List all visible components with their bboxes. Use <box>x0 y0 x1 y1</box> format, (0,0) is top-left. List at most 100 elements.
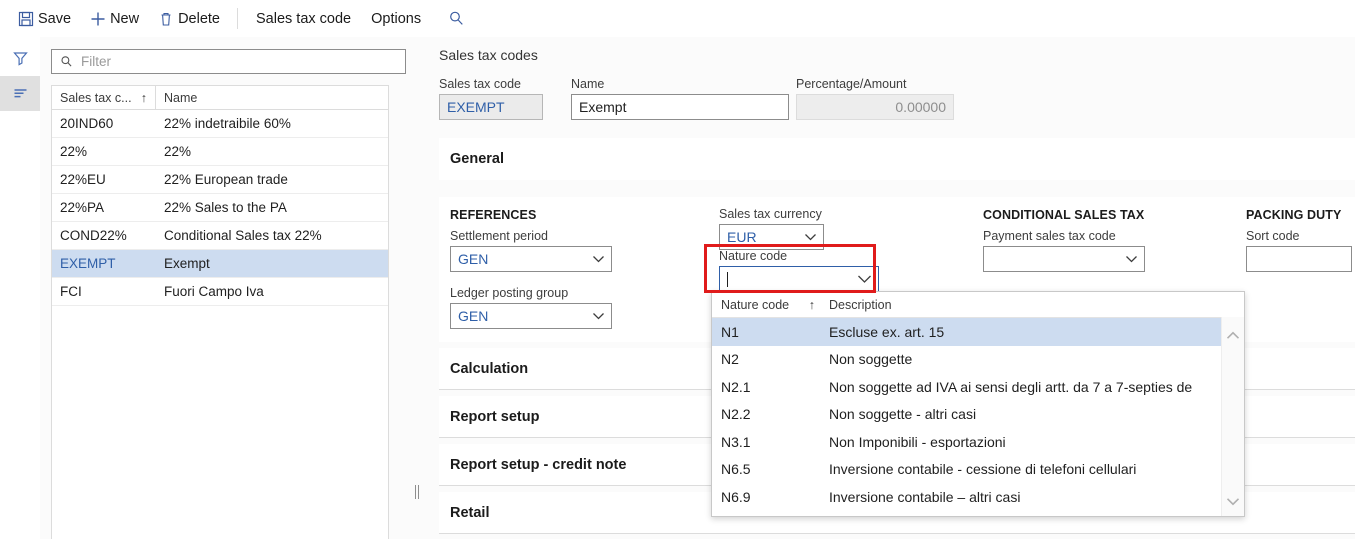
chevron-down-icon[interactable] <box>592 312 605 320</box>
filter-box[interactable] <box>51 49 406 74</box>
table-row[interactable]: 22%PA22% Sales to the PA <box>52 194 388 222</box>
group-title-conditional-sales-tax: CONDITIONAL SALES TAX <box>983 208 1144 222</box>
section-header-general[interactable]: General <box>439 138 1355 180</box>
percentage-amount-input: 0.00000 <box>796 94 954 120</box>
delete-label: Delete <box>178 11 220 27</box>
table-row[interactable]: FCIFuori Campo Iva <box>52 278 388 306</box>
dropdown-column-header-description[interactable]: Description <box>825 298 1244 312</box>
scroll-up-chevron-icon[interactable] <box>1222 331 1244 340</box>
cell-description: Escluse ex. art. 15 <box>825 324 1244 340</box>
cell-nature-code: N6.5 <box>712 461 825 477</box>
sort-code-field-group: Sort code <box>1246 229 1352 272</box>
cell-description: Non soggette <box>825 351 1244 367</box>
ledger-posting-group-field-group: Ledger posting group GEN <box>450 286 612 329</box>
chevron-down-icon[interactable] <box>857 275 872 284</box>
dropdown-scrollbar[interactable] <box>1221 317 1244 516</box>
sort-code-label: Sort code <box>1246 229 1352 243</box>
section-title: Report setup <box>450 409 539 425</box>
cell-description: Non soggette - altri casi <box>825 406 1244 422</box>
cell-name: Fuori Campo Iva <box>156 284 388 299</box>
group-title-references: REFERENCES <box>450 208 536 222</box>
sales-tax-currency-value: EUR <box>727 229 757 245</box>
chevron-down-icon[interactable] <box>804 233 817 241</box>
list-item[interactable]: N2.2Non soggette - altri casi <box>712 401 1244 429</box>
toolbar-divider <box>237 8 238 29</box>
ledger-posting-group-combobox[interactable]: GEN <box>450 303 612 329</box>
table-row[interactable]: COND22%Conditional Sales tax 22% <box>52 222 388 250</box>
list-item[interactable]: N2Non soggette <box>712 346 1244 374</box>
cell-sales-tax-code: EXEMPT <box>52 256 156 271</box>
list-item[interactable]: N2.1Non soggette ad IVA ai sensi degli a… <box>712 373 1244 401</box>
settlement-period-field-group: Settlement period GEN <box>450 229 612 272</box>
settlement-period-value: GEN <box>458 251 488 267</box>
ledger-posting-group-label: Ledger posting group <box>450 286 612 300</box>
list-item[interactable]: N6.5Inversione contabile - cessione di t… <box>712 456 1244 484</box>
cell-sales-tax-code: COND22% <box>52 228 156 243</box>
dropdown-column-header-nature-code-label: Nature code <box>721 298 789 312</box>
table-row[interactable]: EXEMPTExempt <box>52 250 388 278</box>
sales-tax-code-grid: Sales tax c... ↑ Name 20IND6022% indetra… <box>51 85 389 539</box>
filter-pane-button[interactable] <box>0 41 40 76</box>
nature-code-combobox[interactable] <box>719 266 879 292</box>
new-button[interactable]: New <box>80 4 148 34</box>
cell-sales-tax-code: 22%EU <box>52 172 156 187</box>
column-header-name[interactable]: Name <box>156 86 388 109</box>
name-field-group: Name Exempt <box>571 77 789 120</box>
header-fields: Sales tax code EXEMPT Name Exempt Percen… <box>439 77 1339 122</box>
cell-description: Inversione contabile - cessione di telef… <box>825 461 1244 477</box>
menu-options[interactable]: Options <box>361 4 431 34</box>
pane-splitter[interactable] <box>412 37 420 539</box>
list-pane-button[interactable] <box>0 76 40 111</box>
payment-sales-tax-code-combobox[interactable] <box>983 246 1145 272</box>
settlement-period-combobox[interactable]: GEN <box>450 246 612 272</box>
sort-code-input[interactable] <box>1246 246 1352 272</box>
search-icon[interactable] <box>441 4 471 34</box>
filter-input[interactable] <box>79 53 397 70</box>
nature-code-field-group: Nature code <box>719 249 879 292</box>
sales-tax-code-label: Sales tax code <box>439 77 543 91</box>
trash-icon <box>157 10 174 27</box>
table-row[interactable]: 22%22% <box>52 138 388 166</box>
sales-tax-currency-combobox[interactable]: EUR <box>719 224 824 250</box>
section-title: Retail <box>450 505 490 521</box>
dropdown-column-header-nature-code[interactable]: Nature code ↑ <box>712 298 825 312</box>
text-cursor <box>727 272 728 287</box>
sales-tax-code-input[interactable]: EXEMPT <box>439 94 543 120</box>
list-item[interactable]: N1Escluse ex. art. 15 <box>712 318 1244 346</box>
left-rail <box>0 37 41 539</box>
name-input[interactable]: Exempt <box>571 94 789 120</box>
percentage-amount-label: Percentage/Amount <box>796 77 954 91</box>
grid-header-row: Sales tax c... ↑ Name <box>52 86 388 110</box>
cell-nature-code: N1 <box>712 324 825 340</box>
cell-name: 22% indetraibile 60% <box>156 116 388 131</box>
dropdown-header-row: Nature code ↑ Description <box>712 292 1244 318</box>
name-label: Name <box>571 77 789 91</box>
cell-name: Conditional Sales tax 22% <box>156 228 388 243</box>
column-header-sales-tax-code[interactable]: Sales tax c... ↑ <box>52 86 156 109</box>
scroll-down-chevron-icon[interactable] <box>1222 497 1244 506</box>
cell-nature-code: N6.9 <box>712 489 825 505</box>
sort-ascending-icon: ↑ <box>141 91 147 105</box>
list-lines-icon <box>12 85 29 102</box>
table-row[interactable]: 22%EU22% European trade <box>52 166 388 194</box>
grid-empty-area <box>52 306 388 539</box>
save-icon <box>17 10 34 27</box>
group-title-packing-duty: PACKING DUTY <box>1246 208 1341 222</box>
chevron-down-icon[interactable] <box>1125 255 1138 263</box>
nature-code-label: Nature code <box>719 249 879 263</box>
menu-sales-tax-code[interactable]: Sales tax code <box>246 4 361 34</box>
table-row[interactable]: 20IND6022% indetraibile 60% <box>52 110 388 138</box>
save-button[interactable]: Save <box>8 4 80 34</box>
list-item[interactable]: N6.9Inversione contabile – altri casi <box>712 483 1244 511</box>
cell-description: Inversione contabile – altri casi <box>825 489 1244 505</box>
ledger-posting-group-value: GEN <box>458 308 488 324</box>
delete-button[interactable]: Delete <box>148 4 229 34</box>
cell-sales-tax-code: 22% <box>52 144 156 159</box>
grid-rows: 20IND6022% indetraibile 60%22%22%22%EU22… <box>52 110 388 306</box>
cell-nature-code: N2.1 <box>712 379 825 395</box>
list-item[interactable]: N3.1Non Imponibili - esportazioni <box>712 428 1244 456</box>
splitter-grip[interactable] <box>415 485 419 499</box>
percentage-amount-field-group: Percentage/Amount 0.00000 <box>796 77 954 120</box>
chevron-down-icon[interactable] <box>592 255 605 263</box>
nature-code-dropdown[interactable]: Nature code ↑ Description N1Escluse ex. … <box>711 291 1245 517</box>
